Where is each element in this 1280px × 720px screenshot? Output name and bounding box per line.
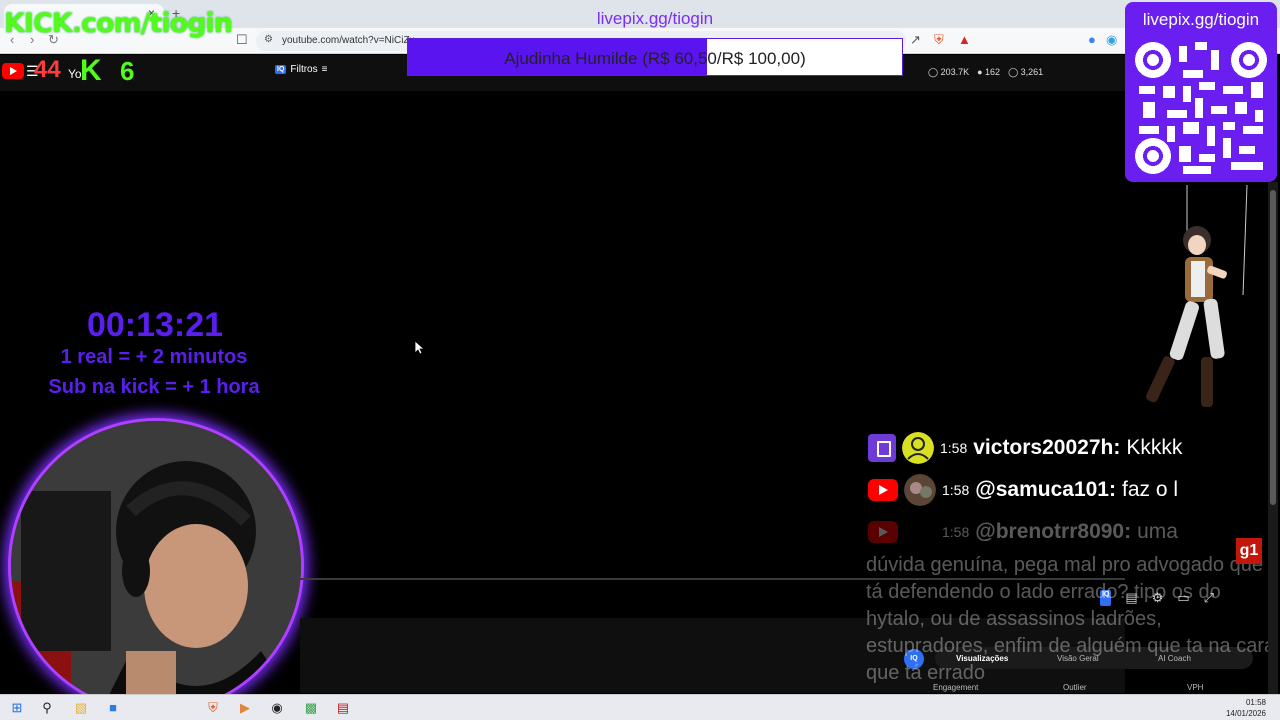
timer-rule-donation: 1 real = + 2 minutos [60,346,248,368]
brave-icon[interactable]: ⛨ [204,699,222,717]
brave-shield-icon[interactable]: ⛨ [934,32,944,48]
clock-date: 14/01/2026 [1225,709,1266,718]
url-text: youtube.com/watch?v=NiCiZx [282,35,415,46]
avatar [904,474,936,506]
donation-goal-bar: Ajudinha Humilde (R$ 60,50/R$ 100,00) [407,38,903,76]
chat-message: 1:58 @brenotrr8090: uma [868,516,1178,548]
avatar [904,516,936,548]
kick-k-icon: K [80,54,102,87]
file-explorer-icon[interactable]: ▧ [72,699,90,717]
stat-views: ◯ 203.7K [928,67,970,77]
chat-time: 1:58 [942,482,970,498]
brave-rewards-icon[interactable]: ▲ [958,32,971,47]
chat-text-continuation: dúvida genuína, pega mal pro advogado qu… [866,554,1276,684]
youtube-icon [868,521,898,543]
chat-app-icon[interactable]: ▩ [302,699,320,717]
youtube-logo-icon[interactable] [2,63,24,79]
chat-text: Kkkkk [1126,436,1183,459]
windows-start-icon[interactable]: ⊞ [8,699,26,717]
filters-label: Filtros [290,64,318,75]
share-icon[interactable]: ↗ [910,32,921,48]
search-icon[interactable]: ⚲ [38,699,56,717]
extension-icon[interactable]: ● [1088,32,1096,47]
livepix-qr-panel: livepix.gg/tiogin [1125,2,1277,182]
scrollbar-thumb[interactable] [1270,190,1276,505]
video-app-icon[interactable]: ▤ [334,699,352,717]
system-clock[interactable]: 01:58 14/01/2026 [1226,697,1266,719]
filters-button[interactable]: IQ Filtros ≡ [275,64,327,75]
bookmark-icon[interactable]: ☐ [236,32,248,48]
stat-watching: ◯ 3,261 [1008,67,1044,77]
timer-rule-sub: Sub na kick = + 1 hora [48,376,260,398]
subathon-timer: 00:13:21 [86,306,224,344]
kick-counter: 44 [34,56,61,83]
youtube-icon [868,479,898,501]
chat-text: faz o l [1121,478,1179,501]
qr-title: livepix.gg/tiogin [1142,10,1260,29]
chat-username: @samuca101: [975,478,1116,501]
app-icon[interactable]: ■ [104,699,122,717]
sliders-icon: ≡ [321,64,328,75]
goal-text: Ajudinha Humilde (R$ 60,50/R$ 100,00) [504,49,806,68]
mouse-cursor-icon [415,341,425,355]
screen: × + ‹ › ↻ ☐ ⚙ youtube.com/watch?v=NiCiZx… [0,0,1280,720]
chat-username: victors20027h: [973,436,1121,459]
qr-code-icon [1135,42,1267,174]
chat-time: 1:58 [940,440,968,456]
streamer-image [11,421,301,711]
extension-icon-2[interactable]: ◉ [1106,32,1117,48]
channel-stats: ◯ 203.7K ● 162 ◯ 3,261 [928,67,1043,78]
twitch-icon [868,434,896,462]
vidiq-icon: IQ [275,65,287,74]
media-player-icon[interactable]: ▶ [236,699,254,717]
site-settings-icon[interactable]: ⚙ [264,34,273,45]
livepix-title: livepix.gg/tiogin [596,9,714,28]
chat-username: @brenotrr8090: [975,520,1132,543]
kick-six: 6 [120,56,135,86]
obs-icon[interactable]: ◉ [268,699,286,717]
chat-message: 1:58 @samuca101: faz o l [868,474,1178,506]
kick-logo: KICK.com/tiogin [4,8,233,39]
stat-likes: ● 162 [977,67,1001,77]
webcam-feed [8,418,304,714]
chat-time: 1:58 [942,524,970,540]
avatar [902,432,934,464]
clock-time: 01:58 [1245,698,1266,707]
g1-logo: g1 [1236,538,1262,564]
chat-text: uma [1137,520,1178,543]
chat-message: 1:58 victors20027h: Kkkkk [868,432,1182,464]
taskbar: ⊞ ⚲ ▧ ■ ⛨ ▶ ◉ ▩ ▤ 01:58 14/01/2026 [0,694,1280,720]
anime-character-image [1146,185,1248,407]
